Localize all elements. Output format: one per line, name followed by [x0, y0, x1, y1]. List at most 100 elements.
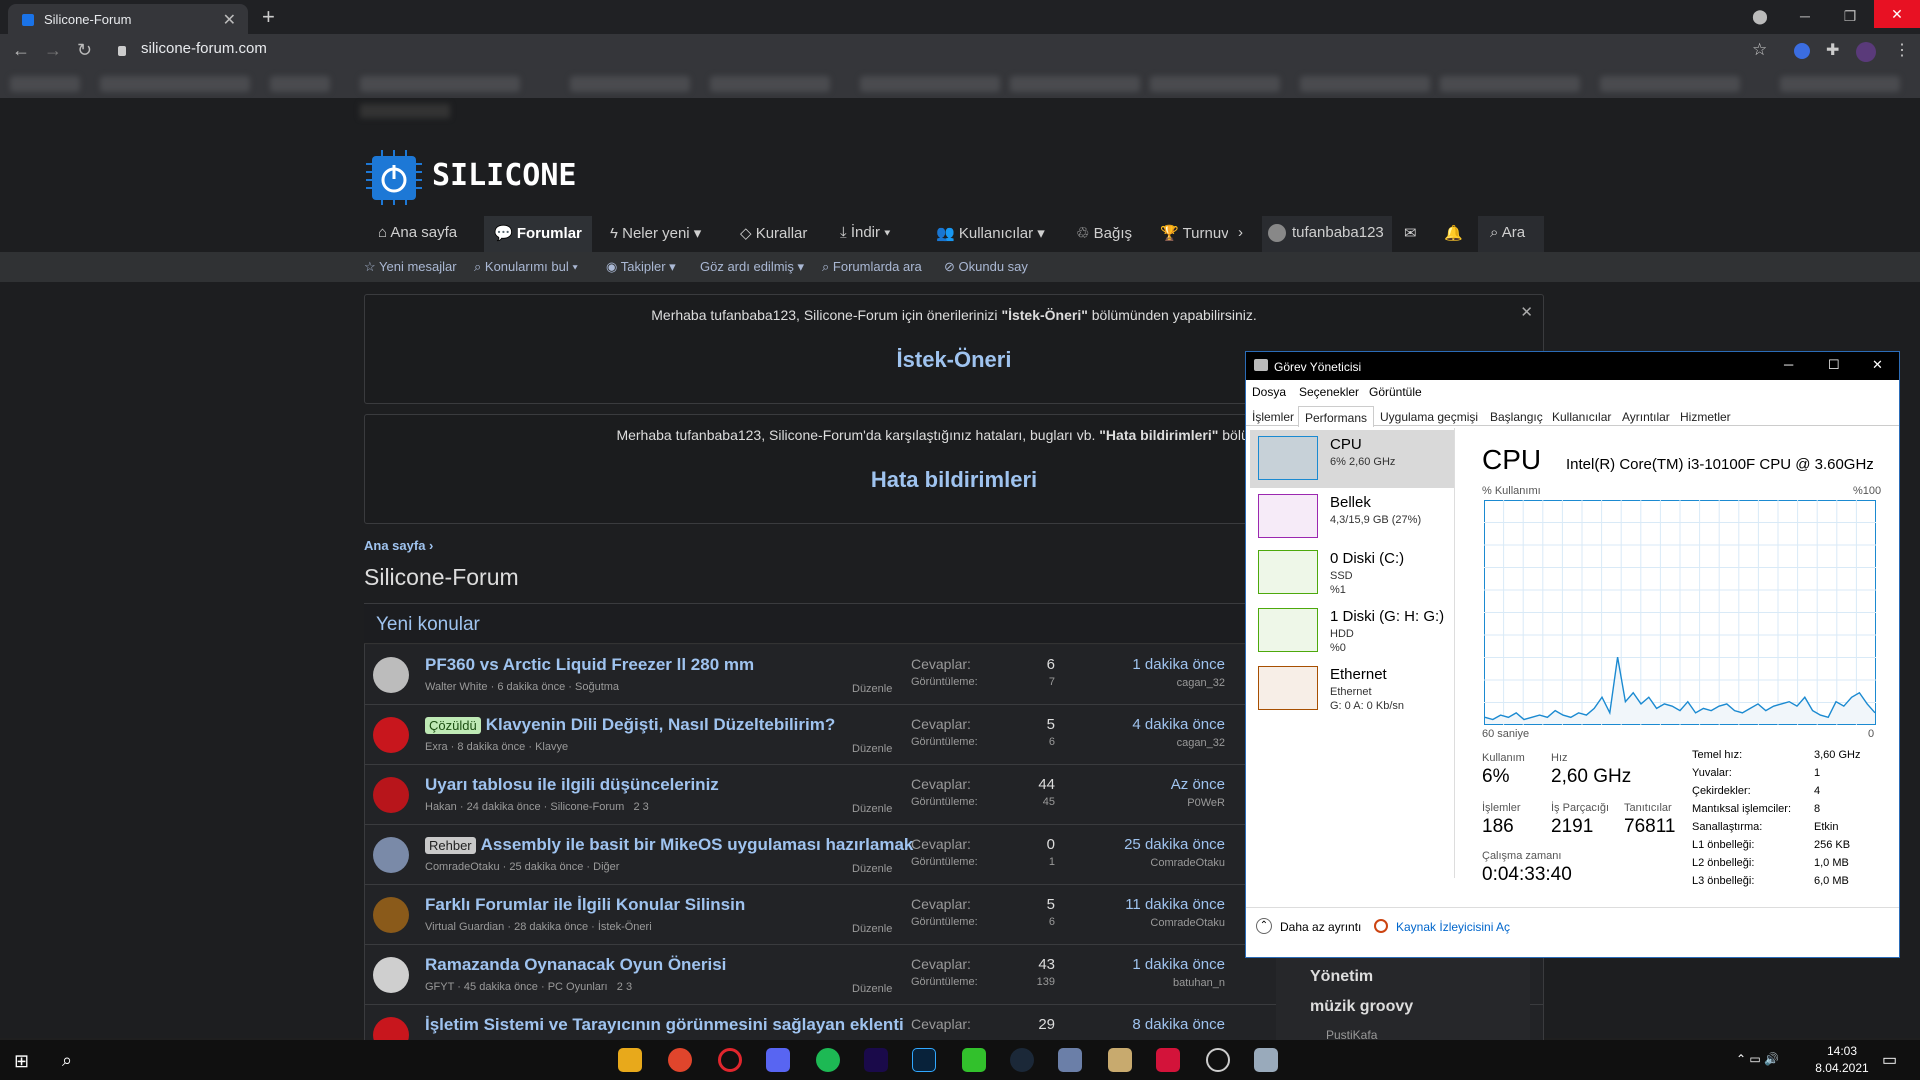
- nav-rules[interactable]: ◇ Kurallar: [740, 224, 807, 242]
- close-tab-icon[interactable]: ✕: [223, 10, 236, 30]
- nav-download[interactable]: ⤓ İndir ▾: [840, 224, 890, 241]
- last-poster[interactable]: cagan_32: [1085, 737, 1225, 749]
- last-post-time[interactable]: 1 dakika önce: [1085, 656, 1225, 673]
- last-post-time[interactable]: 8 dakika önce: [1085, 1016, 1225, 1033]
- bookmark-item[interactable]: [270, 76, 330, 92]
- valorant-icon[interactable]: [1156, 1048, 1180, 1072]
- new-tab-button[interactable]: +: [262, 4, 275, 30]
- inbox-icon[interactable]: ✉: [1404, 224, 1417, 242]
- browser-tab[interactable]: Silicone-Forum ✕: [8, 4, 248, 34]
- bookmark-star-icon[interactable]: ☆: [1752, 40, 1767, 60]
- logo-text[interactable]: SILICONE: [432, 158, 577, 193]
- clock-date[interactable]: 8.04.2021: [1808, 1061, 1876, 1075]
- photoshop-icon[interactable]: [912, 1048, 936, 1072]
- chevron-up-icon[interactable]: ⌃: [1256, 918, 1272, 934]
- obs-icon[interactable]: [1206, 1048, 1230, 1072]
- discord-icon[interactable]: [766, 1048, 790, 1072]
- resource-item[interactable]: 0 Diski (C:) SSD %1: [1250, 544, 1454, 602]
- dismiss-notice-icon[interactable]: ✕: [1520, 303, 1533, 321]
- avatar[interactable]: [373, 957, 409, 993]
- nav-search[interactable]: ⌕ Ara: [1490, 224, 1525, 241]
- thread-title[interactable]: Uyarı tablosu ile ilgili düşünceleriniz: [425, 775, 719, 795]
- last-poster[interactable]: ComradeOtaku: [1085, 917, 1225, 929]
- opera-icon[interactable]: [718, 1048, 742, 1072]
- league-icon[interactable]: [1108, 1048, 1132, 1072]
- silicone-logo-icon[interactable]: [364, 150, 424, 205]
- nav-donate[interactable]: ♲ Bağış: [1076, 224, 1132, 242]
- edit-link[interactable]: Düzenle: [852, 683, 892, 695]
- steam-icon[interactable]: [1010, 1048, 1034, 1072]
- extension-icon[interactable]: [1794, 43, 1810, 59]
- tm-tab-details[interactable]: Ayrıntılar: [1622, 410, 1670, 424]
- bookmark-item[interactable]: [1010, 76, 1140, 92]
- user-avatar[interactable]: [1268, 224, 1286, 242]
- thread-title[interactable]: Farklı Forumlar ile İlgili Konular Silin…: [425, 895, 745, 915]
- chrome-icon[interactable]: [668, 1048, 692, 1072]
- avatar[interactable]: [373, 777, 409, 813]
- sidebar-item[interactable]: Yönetim: [1310, 968, 1373, 986]
- tm-menu-options[interactable]: Seçenekler: [1299, 385, 1359, 399]
- subnav-watched[interactable]: ◉ Takipler ▾: [606, 259, 676, 275]
- last-poster[interactable]: batuhan_n: [1085, 977, 1225, 989]
- thread-prefix[interactable]: Çözüldü: [425, 717, 481, 734]
- restore-button[interactable]: ❐: [1830, 2, 1870, 30]
- tm-close-button[interactable]: ✕: [1872, 357, 1883, 373]
- edit-link[interactable]: Düzenle: [852, 923, 892, 935]
- last-post-time[interactable]: Az önce: [1085, 776, 1225, 793]
- last-post-time[interactable]: 4 dakika önce: [1085, 716, 1225, 733]
- edit-link[interactable]: Düzenle: [852, 743, 892, 755]
- tm-tab-processes[interactable]: İşlemler: [1252, 410, 1294, 424]
- tm-menu-file[interactable]: Dosya: [1252, 385, 1286, 399]
- search-icon[interactable]: ⌕: [62, 1050, 72, 1071]
- resource-monitor-link[interactable]: Kaynak İzleyicisini Aç: [1396, 920, 1510, 934]
- fewer-details-button[interactable]: Daha az ayrıntı: [1280, 920, 1361, 934]
- thread-title[interactable]: Ramazanda Oynanacak Oyun Önerisi: [425, 955, 726, 975]
- camtasia-icon[interactable]: [962, 1048, 986, 1072]
- nav-users[interactable]: 👥 Kullanıcılar ▾: [936, 224, 1045, 242]
- nav-scroll-right-icon[interactable]: ›: [1238, 224, 1243, 241]
- windows-start-icon[interactable]: ⊞: [14, 1051, 29, 1072]
- tm-tab-services[interactable]: Hizmetler: [1680, 410, 1731, 424]
- file-explorer-icon[interactable]: [618, 1048, 642, 1072]
- thread-title[interactable]: PF360 vs Arctic Liquid Freezer ll 280 mm: [425, 655, 754, 675]
- premiere-icon[interactable]: [864, 1048, 888, 1072]
- bookmark-item[interactable]: [710, 76, 830, 92]
- task-manager-titlebar[interactable]: Görev Yöneticisi ─ ☐ ✕: [1246, 352, 1899, 380]
- tm-tab-app-history[interactable]: Uygulama geçmişi: [1380, 410, 1478, 424]
- thread-title[interactable]: Rehber Assembly ile basit bir MikeOS uygu…: [425, 835, 913, 855]
- breadcrumb[interactable]: Ana sayfa ›: [364, 538, 433, 553]
- edit-link[interactable]: Düzenle: [852, 983, 892, 995]
- back-icon[interactable]: ←: [12, 40, 30, 61]
- tm-tab-startup[interactable]: Başlangıç: [1490, 410, 1543, 424]
- minimize-button[interactable]: ─: [1785, 2, 1825, 30]
- bookmark-item[interactable]: [860, 76, 1000, 92]
- bookmark-item[interactable]: [1440, 76, 1580, 92]
- nav-forums[interactable]: 💬 Forumlar: [494, 224, 582, 242]
- bookmark-item[interactable]: [360, 76, 520, 92]
- clock-time[interactable]: 14:03: [1812, 1044, 1872, 1058]
- tm-maximize-button[interactable]: ☐: [1828, 357, 1840, 373]
- bookmark-item[interactable]: [10, 76, 80, 92]
- bookmark-item[interactable]: [100, 76, 250, 92]
- resource-item[interactable]: CPU 6% 2,60 GHz: [1250, 430, 1454, 488]
- thread-prefix[interactable]: Rehber: [425, 837, 476, 854]
- avatar[interactable]: [373, 837, 409, 873]
- nav-tournament[interactable]: 🏆 Turnuv: [1160, 224, 1228, 242]
- bookmark-item[interactable]: [1600, 76, 1740, 92]
- last-poster[interactable]: cagan_32: [1085, 677, 1225, 689]
- subnav-ignored[interactable]: Göz ardı edilmiş ▾: [700, 259, 804, 275]
- last-post-time[interactable]: 11 dakika önce: [1085, 896, 1225, 913]
- menu-icon[interactable]: ⋮: [1894, 40, 1910, 60]
- avatar[interactable]: [373, 717, 409, 753]
- last-post-time[interactable]: 25 dakika önce: [1085, 836, 1225, 853]
- address-bar[interactable]: silicone-forum.com: [141, 40, 267, 57]
- tm-tab-performance[interactable]: Performans: [1298, 406, 1375, 427]
- resource-item[interactable]: 1 Diski (G: H: G:) HDD %0: [1250, 602, 1454, 660]
- thread-title[interactable]: Çözüldü Klavyenin Dili Değişti, Nasıl Düz…: [425, 715, 835, 735]
- subnav-find-threads[interactable]: ⌕ Konularımı bul ▾: [474, 259, 578, 275]
- nav-username[interactable]: tufanbaba123: [1292, 224, 1384, 241]
- bookmark-item[interactable]: [570, 76, 690, 92]
- tm-menu-view[interactable]: Görüntüle: [1369, 385, 1422, 399]
- reload-icon[interactable]: ↻: [77, 40, 92, 61]
- bookmark-item[interactable]: [1300, 76, 1430, 92]
